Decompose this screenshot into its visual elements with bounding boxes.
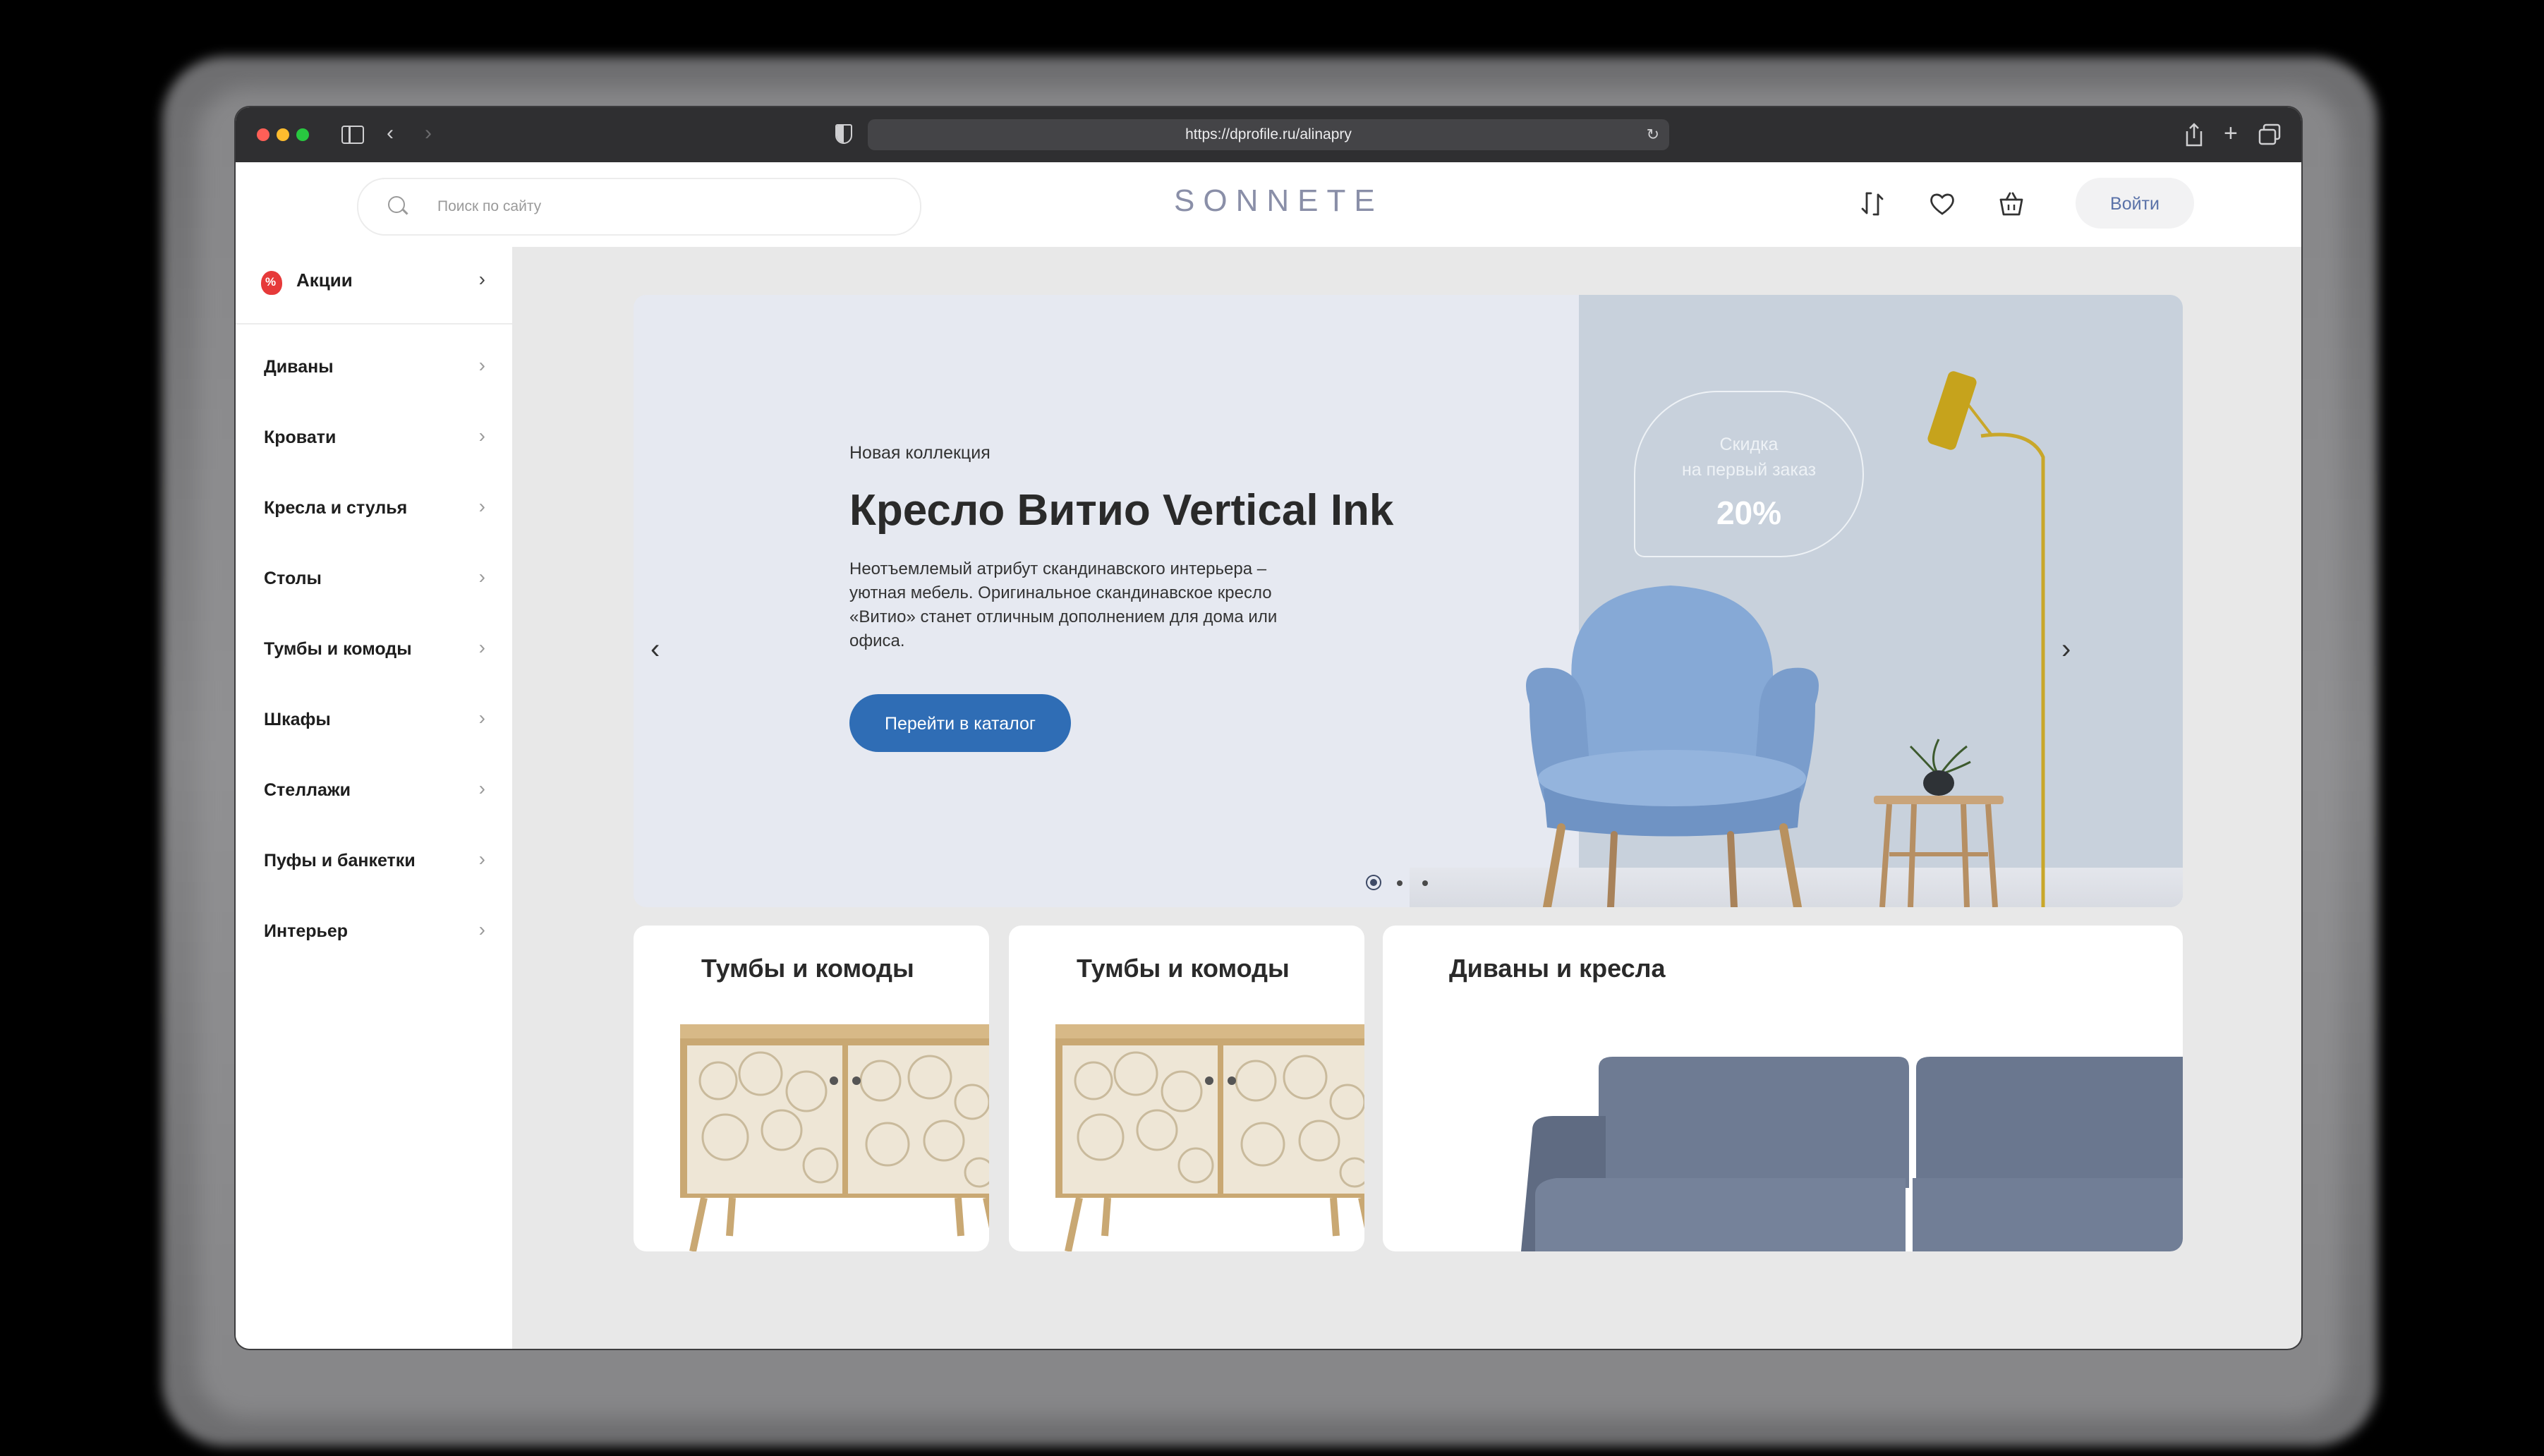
forward-arrow-icon[interactable]: › <box>425 123 432 144</box>
sidebar-item-tables[interactable]: Столы › <box>236 552 512 608</box>
sidebar-item-label: Шкафы <box>264 710 331 729</box>
sidebar-item-wardrobes[interactable]: Шкафы › <box>236 693 512 749</box>
sidebar-item-label: Тумбы и комоды <box>264 639 412 659</box>
sidebar-item-label: Диваны <box>264 357 334 377</box>
discount-badge: Скидка на первый заказ 20% <box>1634 391 1864 557</box>
card-title: Тумбы и комоды <box>1077 954 1290 983</box>
slide-dot-3[interactable] <box>1422 880 1428 886</box>
sofa-illustration <box>1521 1057 2183 1251</box>
discount-line-2: на первый заказ <box>1681 460 1817 480</box>
sidebar-item-label: Столы <box>264 569 322 588</box>
sidebar-item-label: Интерьер <box>264 921 349 941</box>
privacy-shield-icon[interactable] <box>835 124 852 144</box>
dresser-illustration <box>1055 1024 1364 1251</box>
url-text: https://dprofile.ru/alinapry <box>1185 126 1352 142</box>
close-window-button[interactable] <box>257 128 269 141</box>
next-slide-arrow-icon[interactable]: › <box>2061 633 2071 665</box>
site-logo[interactable]: SONNETE <box>1174 183 1375 219</box>
chevron-right-icon: › <box>478 425 485 447</box>
chevron-right-icon: › <box>478 354 485 376</box>
slide-dot-2[interactable] <box>1397 880 1403 886</box>
sidebar-item-poufs[interactable]: Пуфы и банкетки › <box>236 834 512 890</box>
tab-overview-icon[interactable] <box>2258 123 2282 147</box>
previous-slide-arrow-icon[interactable]: ‹ <box>650 633 660 665</box>
heart-icon[interactable] <box>1927 189 1957 219</box>
category-sidebar: Акции › Диваны › Кровати › Кресла и стул… <box>236 247 512 1349</box>
chevron-right-icon: › <box>478 848 485 870</box>
card-title: Тумбы и комоды <box>701 954 914 983</box>
browser-toolbar: ‹ › https://dprofile.ru/alinapry ↻ + <box>236 107 2301 163</box>
chevron-right-icon: › <box>478 495 485 517</box>
sidebar-item-shelves[interactable]: Стеллажи › <box>236 763 512 820</box>
browser-window: ‹ › https://dprofile.ru/alinapry ↻ + SON… <box>236 107 2301 1349</box>
search-icon <box>388 196 405 213</box>
basket-icon[interactable] <box>1997 189 2026 219</box>
sidebar-toggle-icon[interactable] <box>341 126 364 144</box>
hero-description: Неотъемлемый атрибут скандинавского инте… <box>849 559 1278 650</box>
hero-title: Кресло Витио Vertical Ink <box>849 486 1394 535</box>
address-bar[interactable]: https://dprofile.ru/alinapry ↻ <box>868 119 1669 150</box>
go-to-catalog-button[interactable]: Перейти в каталог <box>849 694 1071 752</box>
site-header: SONNETE Войти <box>236 162 2301 247</box>
sidebar-item-label: Кровати <box>264 427 337 447</box>
reload-icon[interactable]: ↻ <box>1647 119 1659 150</box>
promo-tag-icon <box>261 271 282 295</box>
card-title: Диваны и кресла <box>1449 954 1666 983</box>
chevron-right-icon: › <box>478 268 485 290</box>
discount-line-1: Скидка <box>1719 435 1779 454</box>
sidebar-item-interior[interactable]: Интерьер › <box>236 904 512 961</box>
search-input[interactable] <box>436 195 862 219</box>
login-button[interactable]: Войти <box>2076 178 2194 229</box>
back-arrow-icon[interactable]: ‹ <box>387 123 394 144</box>
discount-value: 20% <box>1716 495 1782 531</box>
category-card-dressers-1[interactable]: Тумбы и комоды <box>634 926 989 1251</box>
new-tab-icon[interactable]: + <box>2224 121 2238 145</box>
sidebar-item-label: Пуфы и банкетки <box>264 851 416 870</box>
sidebar-item-armchairs[interactable]: Кресла и стулья › <box>236 481 512 538</box>
sidebar-item-label: Кресла и стулья <box>264 498 408 518</box>
chevron-right-icon: › <box>478 918 485 940</box>
side-table-illustration <box>1874 739 2004 907</box>
search-box[interactable] <box>357 178 921 236</box>
sidebar-item-label: Стеллажи <box>264 780 351 800</box>
compare-icon[interactable] <box>1858 189 1888 219</box>
sidebar-item-label: Акции <box>296 269 353 291</box>
chevron-right-icon: › <box>478 707 485 729</box>
hero-banner: Новая коллекция Кресло Витио Vertical In… <box>634 295 2183 907</box>
sidebar-item-sofas[interactable]: Диваны › <box>236 340 512 396</box>
sidebar-item-beds[interactable]: Кровати › <box>236 411 512 467</box>
share-icon[interactable] <box>2183 121 2205 148</box>
category-card-sofas[interactable]: Диваны и кресла <box>1383 926 2183 1251</box>
chevron-right-icon: › <box>478 566 485 588</box>
dresser-illustration <box>680 1024 989 1251</box>
slide-dot-1[interactable] <box>1370 879 1377 886</box>
category-card-dressers-2[interactable]: Тумбы и комоды <box>1009 926 1364 1251</box>
hero-subtitle: Новая коллекция <box>849 443 991 463</box>
maximize-window-button[interactable] <box>296 128 309 141</box>
sidebar-item-promo[interactable]: Акции › <box>236 247 512 324</box>
armchair-illustration <box>1526 586 1819 907</box>
chevron-right-icon: › <box>478 777 485 799</box>
sidebar-item-dressers[interactable]: Тумбы и комоды › <box>236 622 512 679</box>
minimize-window-button[interactable] <box>277 128 289 141</box>
chevron-right-icon: › <box>478 636 485 658</box>
